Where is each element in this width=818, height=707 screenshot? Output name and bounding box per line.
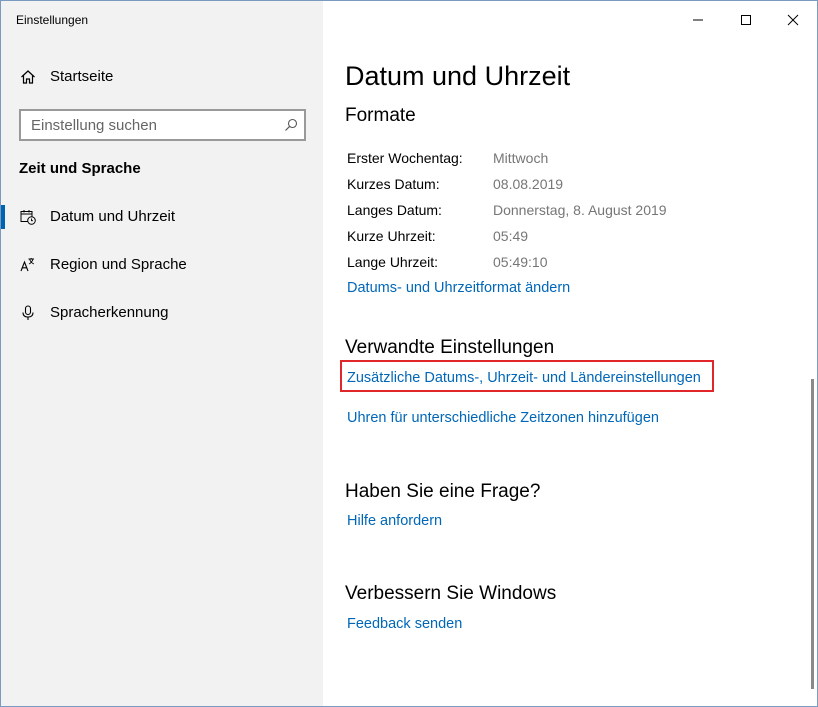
close-icon bbox=[787, 14, 799, 26]
sidebar: Einstellungen Startseite Zeit und Sprach… bbox=[1, 1, 323, 706]
maximize-icon bbox=[741, 15, 751, 25]
format-value: Donnerstag, 8. August 2019 bbox=[493, 202, 667, 218]
minimize-icon bbox=[693, 19, 703, 21]
settings-window: Einstellungen Startseite Zeit und Sprach… bbox=[0, 0, 818, 707]
page-title: Datum und Uhrzeit bbox=[345, 61, 571, 91]
close-button[interactable] bbox=[770, 1, 816, 39]
question-heading: Haben Sie eine Frage? bbox=[345, 481, 541, 502]
selection-indicator bbox=[1, 205, 5, 229]
sidebar-item-home-label: Startseite bbox=[50, 68, 114, 85]
add-clocks-link[interactable]: Uhren für unterschiedliche Zeitzonen hin… bbox=[347, 410, 659, 426]
search-box[interactable] bbox=[19, 109, 306, 141]
minimize-button[interactable] bbox=[675, 1, 721, 39]
format-value: Mittwoch bbox=[493, 150, 549, 166]
home-icon bbox=[20, 69, 36, 85]
sidebar-item-home[interactable]: Startseite bbox=[1, 61, 323, 93]
search-input[interactable] bbox=[21, 111, 286, 139]
sidebar-item-spracherkennung[interactable]: Spracherkennung bbox=[1, 295, 323, 331]
additional-region-settings-link[interactable]: Zusätzliche Datums-, Uhrzeit- und Länder… bbox=[347, 370, 701, 386]
format-label: Lange Uhrzeit: bbox=[347, 254, 439, 270]
sidebar-item-label: Spracherkennung bbox=[50, 304, 169, 321]
formats-heading: Formate bbox=[345, 105, 416, 126]
calendar-clock-icon bbox=[20, 209, 36, 225]
feedback-link[interactable]: Feedback senden bbox=[347, 616, 462, 632]
format-value: 05:49:10 bbox=[493, 254, 548, 270]
change-format-link[interactable]: Datums- und Uhrzeitformat ändern bbox=[347, 280, 570, 296]
sidebar-item-region-und-sprache[interactable]: Region und Sprache bbox=[1, 247, 323, 283]
format-value: 08.08.2019 bbox=[493, 176, 564, 192]
microphone-icon bbox=[20, 305, 36, 321]
sidebar-item-label: Datum und Uhrzeit bbox=[50, 208, 176, 225]
sidebar-item-datum-und-uhrzeit[interactable]: Datum und Uhrzeit bbox=[1, 199, 323, 235]
related-settings-heading: Verwandte Einstellungen bbox=[345, 337, 555, 358]
search-icon[interactable] bbox=[284, 118, 298, 132]
improve-heading: Verbessern Sie Windows bbox=[345, 583, 557, 604]
format-label: Kurzes Datum: bbox=[347, 176, 440, 192]
format-value: 05:49 bbox=[493, 228, 529, 244]
maximize-button[interactable] bbox=[723, 1, 769, 39]
format-label: Kurze Uhrzeit: bbox=[347, 228, 436, 244]
sidebar-section-title: Zeit und Sprache bbox=[19, 160, 141, 177]
get-help-link[interactable]: Hilfe anfordern bbox=[347, 513, 442, 529]
language-icon bbox=[20, 257, 36, 273]
format-label: Langes Datum: bbox=[347, 202, 442, 218]
sidebar-item-label: Region und Sprache bbox=[50, 256, 187, 273]
scrollbar[interactable] bbox=[811, 379, 814, 689]
format-label: Erster Wochentag: bbox=[347, 150, 463, 166]
window-title: Einstellungen bbox=[16, 13, 89, 27]
